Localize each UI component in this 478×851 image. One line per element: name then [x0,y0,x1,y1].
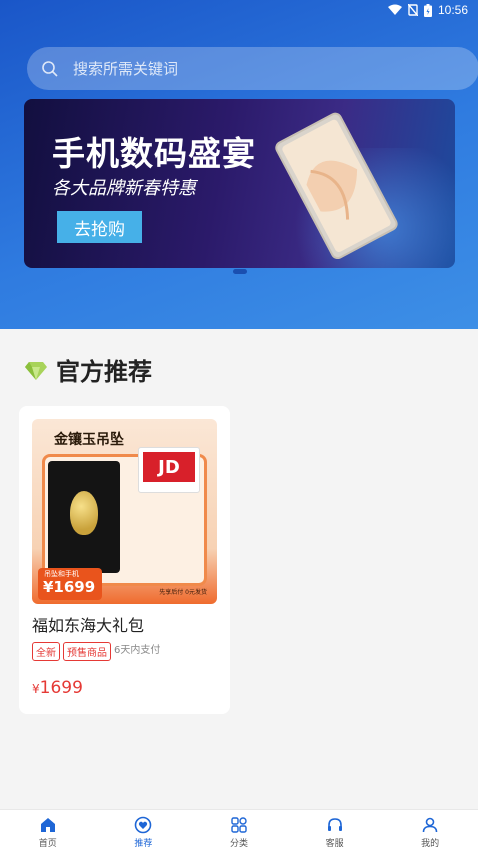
tab-label-category: 分类 [229,839,248,849]
tab-mine[interactable]: 我的 [382,810,478,851]
product-card[interactable]: 金镶玉吊坠 JD 吊坠和手机 ¥1699 先享后付 0元发货 福如东海大礼包 全… [19,406,230,714]
search-input[interactable]: 搜索所需关键词 [73,58,178,79]
product-tags: 全新 预售商品 6天内支付 [32,642,160,661]
product-price: ¥1699 [32,678,83,698]
tab-service[interactable]: 客服 [287,810,383,851]
jd-logo: JD [143,452,195,482]
hero-header: 10:56 搜索所需关键词 手机数码盛宴 各大品牌新春特惠 去抢购 [0,0,478,329]
phone-illustration [275,112,398,259]
tab-category[interactable]: 分类 [191,810,287,851]
image-note: 先享后付 0元发货 [159,589,207,596]
product-image[interactable]: 金镶玉吊坠 JD 吊坠和手机 ¥1699 先享后付 0元发货 [32,419,217,604]
currency-symbol: ¥ [32,682,40,696]
tab-label-recommend: 推荐 [134,839,153,849]
tab-recommend[interactable]: 推荐 [96,810,192,851]
promo-banner[interactable]: 手机数码盛宴 各大品牌新春特惠 去抢购 [24,99,455,268]
no-sim-icon [407,4,418,16]
jd-card: JD [138,447,200,493]
diamond-icon [25,361,47,380]
banner-title: 手机数码盛宴 [52,134,256,173]
battery-icon [423,3,432,17]
banner-subtitle: 各大品牌新春特惠 [52,178,196,199]
section-header: 官方推荐 [24,352,152,387]
buy-now-button[interactable]: 去抢购 [57,211,142,243]
search-icon [42,60,58,77]
grid-icon [231,817,247,833]
bottom-tab-bar: 首页 推荐 分类 客服 我的 [0,809,478,851]
section-title: 官方推荐 [56,358,152,386]
status-bar: 10:56 [0,0,478,22]
tag-presale: 预售商品 [63,642,111,661]
user-icon [422,817,438,833]
heart-icon [135,816,152,834]
carousel-indicator [233,269,247,274]
image-price: ¥1699 [43,578,96,596]
wifi-icon [387,4,402,15]
tab-label-mine: 我的 [421,839,440,849]
tab-label-service: 客服 [325,839,344,849]
image-title: 金镶玉吊坠 [54,432,124,448]
product-name: 福如东海大礼包 [32,616,145,635]
tag-new: 全新 [32,642,60,661]
home-icon [40,818,55,832]
status-icons: 10:56 [387,3,468,17]
pay-note: 6天内支付 [114,645,161,656]
search-bar[interactable]: 搜索所需关键词 [27,47,478,90]
status-time: 10:56 [437,3,468,17]
tab-home[interactable]: 首页 [0,810,96,851]
headset-icon [327,818,342,831]
price-value: 1699 [39,678,83,698]
image-price-tag: 吊坠和手机 ¥1699 [38,568,102,600]
tab-label-home: 首页 [38,839,57,849]
gourd-pendant [70,491,98,535]
